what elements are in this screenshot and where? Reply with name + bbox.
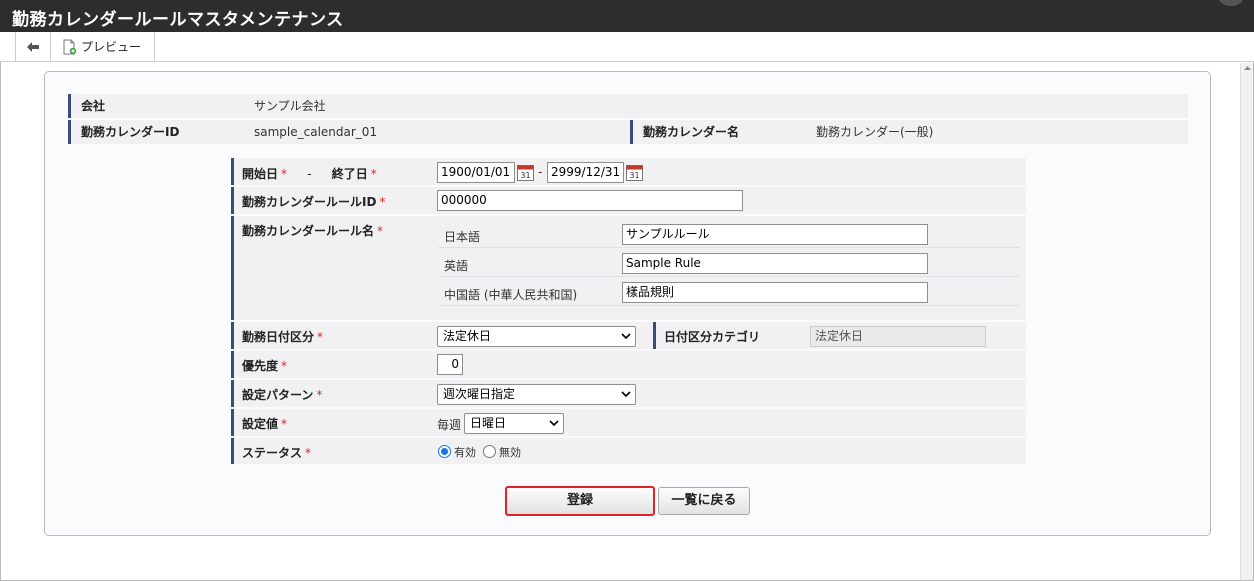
rule-name-input-en[interactable]: Sample Rule <box>622 253 928 274</box>
calendar-icon[interactable]: 31 <box>517 163 534 181</box>
calendar-name-value: 勤務カレンダー(一般) <box>816 125 934 139</box>
calendar-id-value: sample_calendar_01 <box>254 125 378 139</box>
pattern-label: 設定パターン * <box>231 380 431 407</box>
rule-name-input-ja[interactable]: サンプルルール <box>622 224 928 245</box>
period-label: 開始日 * - 終了日 * <box>231 158 431 185</box>
rule-name-row-zh: 中国語 (中華人民共和国) 樣品規則 <box>438 277 1020 306</box>
rule-name-value: 日本語 サンプルルール 英語 Sample Rule 中国語 (中華人民共和国)… <box>431 216 1026 320</box>
company-value: サンプル会社 <box>254 99 326 113</box>
pattern-select[interactable]: 週次曜日指定 <box>437 384 636 405</box>
preview-label: プレビュー <box>81 40 142 54</box>
weekday-selected: 日曜日 <box>470 416 507 430</box>
calendar-name-label: 勤務カレンダー名 <box>630 120 810 144</box>
scrollbar[interactable] <box>1240 63 1254 581</box>
form-row-status: ステータス * 有効 無効 <box>231 438 1026 464</box>
priority-value: 0 <box>431 351 1026 378</box>
required-mark: * <box>281 417 288 431</box>
required-mark: * <box>281 359 288 373</box>
status-radio-active[interactable] <box>438 445 451 458</box>
register-button[interactable]: 登録 <box>505 486 655 516</box>
calendar-icon[interactable]: 31 <box>626 163 643 181</box>
priority-label: 優先度 * <box>231 351 431 378</box>
date-type-selected: 法定休日 <box>443 329 492 343</box>
back-to-list-button[interactable]: 一覧に戻る <box>658 487 750 515</box>
setting-label-text: 設定値 <box>242 417 279 431</box>
pattern-value: 週次曜日指定 <box>431 380 1026 407</box>
lang-label-zh: 中国語 (中華人民共和国) <box>444 288 578 302</box>
chevron-down-icon <box>549 420 559 427</box>
date-type-label: 勤務日付区分 * <box>231 322 431 349</box>
status-value: 有効 無効 <box>431 438 1026 464</box>
rule-name-row-ja: 日本語 サンプルルール <box>438 219 1020 248</box>
lang-label-en: 英語 <box>444 259 469 273</box>
required-mark: * <box>370 167 377 181</box>
setting-prefix: 毎週 <box>437 418 462 432</box>
status-option-inactive: 無効 <box>499 446 521 459</box>
arrow-left-icon <box>27 41 39 52</box>
required-mark: * <box>281 167 288 181</box>
toolbar-spacer <box>0 32 16 61</box>
setting-value: 毎週 日曜日 <box>431 409 1026 436</box>
priority-input[interactable]: 0 <box>437 354 463 375</box>
page-title: 勤務カレンダールールマスタメンテナンス <box>12 10 344 30</box>
calendar-id-label: 勤務カレンダーID <box>68 120 248 144</box>
end-label: 終了日 <box>331 167 368 181</box>
required-mark: * <box>317 330 324 344</box>
status-label-text: ステータス <box>242 446 303 460</box>
form-row-priority: 優先度 * 0 <box>231 351 1026 378</box>
form-row-setting: 設定値 * 毎週 日曜日 <box>231 409 1026 436</box>
date-type-label-text: 勤務日付区分 <box>242 330 315 344</box>
start-date-input[interactable]: 1900/01/01 <box>437 162 515 183</box>
rule-name-row-en: 英語 Sample Rule <box>438 248 1020 277</box>
calendar-icon-text: 31 <box>629 171 639 180</box>
form-row-date-type: 勤務日付区分 * 法定休日 日付区分カテゴリ 法定休日 <box>231 322 1026 349</box>
status-option-active: 有効 <box>454 446 476 459</box>
info-row-calendar: 勤務カレンダーID sample_calendar_01 勤務カレンダー名 勤務… <box>68 120 1188 144</box>
priority-label-text: 優先度 <box>242 359 279 373</box>
required-mark: * <box>377 224 384 238</box>
required-mark: * <box>316 388 323 402</box>
pattern-selected: 週次曜日指定 <box>443 387 516 401</box>
form-row-pattern: 設定パターン * 週次曜日指定 <box>231 380 1026 407</box>
rule-name-label: 勤務カレンダールール名 * <box>231 216 431 320</box>
back-button[interactable] <box>16 32 51 61</box>
rule-id-label: 勤務カレンダールールID * <box>231 187 431 214</box>
document-add-icon <box>63 39 77 54</box>
title-bar: 勤務カレンダールールマスタメンテナンス <box>0 0 1254 32</box>
window-control <box>1218 0 1244 6</box>
end-date-input[interactable]: 2999/12/31 <box>547 162 624 183</box>
preview-button[interactable]: プレビュー <box>51 32 155 61</box>
calendar-icon-text: 31 <box>520 171 530 180</box>
company-label: 会社 <box>68 94 248 118</box>
form-row-rule-id: 勤務カレンダールールID * 000000 <box>231 187 1026 214</box>
form-row-rule-name: 勤務カレンダールール名 * 日本語 サンプルルール 英語 Sample Rule … <box>231 216 1026 320</box>
toolbar: プレビュー <box>0 32 1254 62</box>
date-dash: - <box>538 165 543 179</box>
setting-label: 設定値 * <box>231 409 431 436</box>
rule-id-label-text: 勤務カレンダールールID <box>242 195 377 209</box>
date-category-value: 法定休日 <box>810 326 986 347</box>
date-category-label: 日付区分カテゴリ <box>653 322 760 349</box>
form-row-period: 開始日 * - 終了日 * 1900/01/01 31 - 2999/12/31 3… <box>231 158 1026 185</box>
date-type-select[interactable]: 法定休日 <box>437 326 636 347</box>
start-label: 開始日 <box>242 167 279 181</box>
period-value: 1900/01/01 31 - 2999/12/31 31 <box>431 158 1026 185</box>
rule-id-input[interactable]: 000000 <box>437 190 743 211</box>
status-radio-inactive[interactable] <box>483 445 496 458</box>
rule-id-value: 000000 <box>431 187 1026 214</box>
date-type-value: 法定休日 日付区分カテゴリ 法定休日 <box>431 322 1026 349</box>
chevron-down-icon <box>621 391 631 398</box>
chevron-down-icon <box>621 333 631 340</box>
weekday-select[interactable]: 日曜日 <box>464 413 564 434</box>
required-mark: * <box>379 195 386 209</box>
lang-label-ja: 日本語 <box>444 230 481 244</box>
status-label: ステータス * <box>231 438 431 464</box>
required-mark: * <box>305 446 312 460</box>
rule-name-label-text: 勤務カレンダールール名 <box>242 224 375 238</box>
scroll-up-icon[interactable] <box>1244 65 1251 71</box>
rule-name-input-zh[interactable]: 樣品規則 <box>622 282 928 303</box>
range-separator: - <box>307 167 312 181</box>
info-row-company: 会社 サンプル会社 <box>68 94 1188 118</box>
pattern-label-text: 設定パターン <box>242 388 314 402</box>
